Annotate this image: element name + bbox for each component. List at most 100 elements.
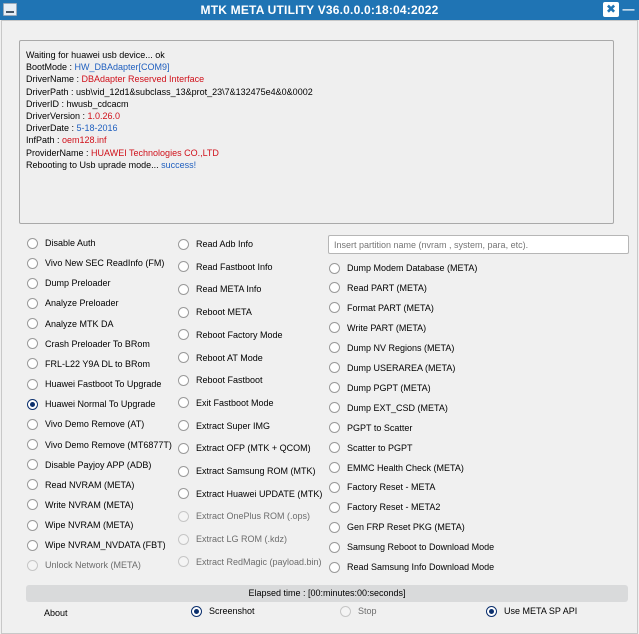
option-use-meta-sp-api[interactable]: Use META SP API: [486, 604, 577, 618]
radio-button[interactable]: [329, 342, 340, 354]
radio-button[interactable]: [329, 362, 340, 374]
option-wipe-nvram-nvdata-fbt[interactable]: Wipe NVRAM_NVDATA (FBT): [27, 538, 166, 552]
option-frl-l22-y9a-dl-to-brom[interactable]: FRL-L22 Y9A DL to BRom: [27, 357, 150, 371]
radio-button[interactable]: [329, 462, 340, 473]
option-reboot-factory-mode[interactable]: Reboot Factory Mode: [178, 328, 283, 342]
radio-button[interactable]: [178, 352, 189, 363]
minimize-icon[interactable]: —: [622, 2, 635, 17]
radio-button[interactable]: [486, 605, 497, 617]
radio-button[interactable]: [191, 605, 202, 617]
radio-button[interactable]: [27, 499, 38, 511]
log-label: DriverPath : usb\vid_12d1&subclass_13&pr…: [26, 86, 313, 97]
radio-button[interactable]: [329, 521, 340, 533]
option-analyze-preloader[interactable]: Analyze Preloader: [27, 296, 119, 310]
option-format-part-meta[interactable]: Format PART (META): [329, 301, 434, 315]
option-extract-huawei-update-mtk[interactable]: Extract Huawei UPDATE (MTK): [178, 487, 322, 501]
option-factory-reset-meta[interactable]: Factory Reset - META: [329, 480, 435, 494]
radio-button[interactable]: [178, 374, 189, 386]
radio-button[interactable]: [27, 318, 38, 330]
radio-button[interactable]: [178, 397, 189, 409]
option-samsung-reboot-to-download-mode[interactable]: Samsung Reboot to Download Mode: [329, 540, 494, 554]
radio-button[interactable]: [329, 282, 340, 294]
radio-button[interactable]: [329, 501, 340, 513]
radio-button[interactable]: [329, 382, 340, 394]
option-factory-reset-meta2[interactable]: Factory Reset - META2: [329, 500, 440, 514]
option-read-samsung-info-download-mode[interactable]: Read Samsung Info Download Mode: [329, 560, 494, 574]
radio-button[interactable]: [329, 422, 340, 434]
radio-button[interactable]: [178, 283, 189, 295]
radio-button[interactable]: [27, 418, 38, 430]
radio-button[interactable]: [27, 338, 38, 350]
radio-button[interactable]: [329, 262, 340, 274]
option-read-fastboot-info[interactable]: Read Fastboot Info: [178, 260, 273, 274]
option-dump-userarea-meta[interactable]: Dump USERAREA (META): [329, 361, 455, 375]
option-emmc-health-check-meta[interactable]: EMMC Health Check (META): [329, 461, 464, 475]
option-dump-ext-csd-meta[interactable]: Dump EXT_CSD (META): [329, 401, 448, 415]
radio-button[interactable]: [27, 398, 38, 410]
radio-button[interactable]: [178, 306, 189, 318]
option-scatter-to-pgpt[interactable]: Scatter to PGPT: [329, 441, 413, 455]
close-icon[interactable]: ✖: [603, 2, 619, 17]
option-read-meta-info[interactable]: Read META Info: [178, 282, 261, 296]
radio-button[interactable]: [27, 479, 38, 491]
option-disable-payjoy-app-adb[interactable]: Disable Payjoy APP (ADB): [27, 458, 151, 472]
option-vivo-demo-remove-at[interactable]: Vivo Demo Remove (AT): [27, 417, 144, 431]
radio-button[interactable]: [178, 420, 189, 432]
radio-button[interactable]: [178, 238, 189, 250]
option-crash-preloader-to-brom[interactable]: Crash Preloader To BRom: [27, 337, 150, 351]
option-read-part-meta[interactable]: Read PART (META): [329, 281, 427, 295]
radio-button[interactable]: [27, 378, 38, 390]
option-screenshot[interactable]: Screenshot: [191, 604, 255, 618]
option-wipe-nvram-meta[interactable]: Wipe NVRAM (META): [27, 518, 133, 532]
radio-button[interactable]: [178, 488, 189, 500]
log-value: 5-18-2016: [76, 123, 118, 134]
radio-button[interactable]: [27, 257, 38, 269]
option-pgpt-to-scatter[interactable]: PGPT to Scatter: [329, 421, 412, 435]
option-vivo-demo-remove-mt6877t[interactable]: Vivo Demo Remove (MT6877T): [27, 438, 172, 452]
option-disable-auth[interactable]: Disable Auth: [27, 236, 96, 250]
option-dump-modem-database-meta[interactable]: Dump Modem Database (META): [329, 261, 477, 275]
about-link[interactable]: About: [44, 608, 68, 618]
option-dump-pgpt-meta[interactable]: Dump PGPT (META): [329, 381, 431, 395]
radio-button[interactable]: [329, 541, 340, 553]
radio-button[interactable]: [178, 465, 189, 477]
radio-button[interactable]: [329, 442, 340, 454]
radio-button[interactable]: [329, 322, 340, 334]
option-extract-samsung-rom-mtk[interactable]: Extract Samsung ROM (MTK): [178, 464, 316, 478]
radio-button[interactable]: [329, 402, 340, 414]
radio-button[interactable]: [178, 442, 189, 454]
radio-button[interactable]: [27, 297, 38, 309]
option-read-adb-info[interactable]: Read Adb Info: [178, 237, 253, 251]
option-label: Read PART (META): [347, 282, 427, 293]
option-exit-fastboot-mode[interactable]: Exit Fastboot Mode: [178, 396, 274, 410]
option-huawei-normal-to-upgrade[interactable]: Huawei Normal To Upgrade: [27, 397, 155, 411]
option-reboot-meta[interactable]: Reboot META: [178, 305, 252, 319]
option-reboot-fastboot[interactable]: Reboot Fastboot: [178, 373, 263, 387]
option-extract-super-img[interactable]: Extract Super IMG: [178, 419, 270, 433]
radio-button[interactable]: [27, 459, 38, 471]
option-reboot-at-mode[interactable]: Reboot AT Mode: [178, 351, 263, 365]
option-gen-frp-reset-pkg-meta[interactable]: Gen FRP Reset PKG (META): [329, 520, 465, 534]
radio-button[interactable]: [27, 277, 38, 289]
option-dump-nv-regions-meta[interactable]: Dump NV Regions (META): [329, 341, 454, 355]
radio-button[interactable]: [27, 439, 38, 450]
radio-button[interactable]: [329, 481, 340, 493]
option-dump-preloader[interactable]: Dump Preloader: [27, 276, 111, 290]
option-analyze-mtk-da[interactable]: Analyze MTK DA: [27, 317, 114, 331]
option-extract-ofp-mtk-qcom[interactable]: Extract OFP (MTK + QCOM): [178, 441, 311, 455]
partition-name-input[interactable]: [328, 235, 629, 254]
option-read-nvram-meta[interactable]: Read NVRAM (META): [27, 478, 134, 492]
option-write-part-meta[interactable]: Write PART (META): [329, 321, 426, 335]
radio-button[interactable]: [178, 261, 189, 273]
radio-button[interactable]: [329, 302, 340, 314]
log-label: DriverName :: [26, 74, 82, 85]
option-huawei-fastboot-to-upgrade[interactable]: Huawei Fastboot To Upgrade: [27, 377, 161, 391]
radio-button[interactable]: [329, 561, 340, 573]
radio-button[interactable]: [27, 358, 38, 370]
radio-button[interactable]: [178, 329, 189, 341]
radio-button[interactable]: [27, 237, 38, 249]
option-write-nvram-meta[interactable]: Write NVRAM (META): [27, 498, 134, 512]
radio-button[interactable]: [27, 539, 38, 551]
option-vivo-new-sec-readinfo-fm[interactable]: Vivo New SEC ReadInfo (FM): [27, 256, 164, 270]
radio-button[interactable]: [27, 519, 38, 531]
